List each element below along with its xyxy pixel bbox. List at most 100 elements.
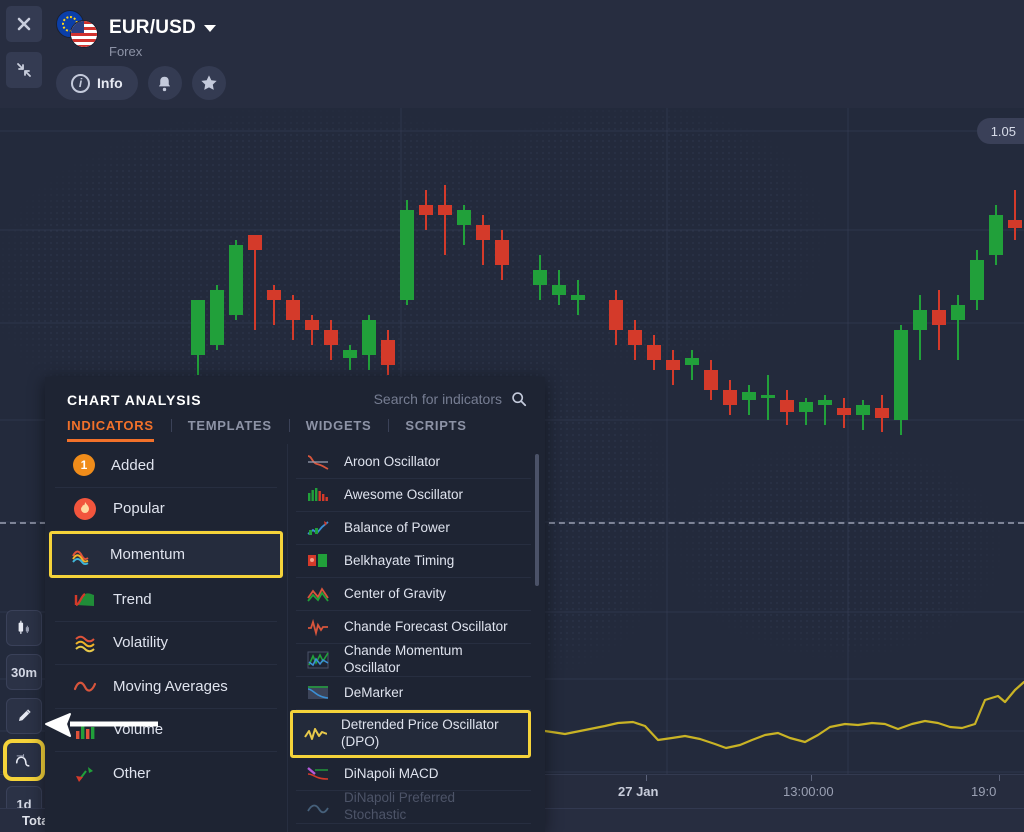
- bell-icon: [159, 76, 171, 91]
- indicator-label: Balance of Power: [344, 519, 450, 535]
- search-input[interactable]: Search for indicators: [374, 391, 527, 407]
- collapse-icon: [17, 63, 31, 77]
- indicator-label: Aroon Oscillator: [344, 453, 441, 469]
- tab-indicators[interactable]: INDICATORS: [67, 418, 171, 442]
- chevron-down-icon: [203, 24, 216, 32]
- category-label: Momentum: [110, 546, 186, 563]
- timeframe-button[interactable]: 30m: [6, 654, 42, 690]
- chart-header: EUR/USD Forex i Info: [0, 0, 1024, 108]
- detrended-price-oscillator-icon: [304, 728, 327, 740]
- time-axis-tick: [646, 775, 647, 781]
- tab-templates[interactable]: TEMPLATES: [188, 418, 289, 442]
- category-item-popular[interactable]: Popular: [55, 488, 277, 531]
- indicator-label: DeMarker: [344, 684, 404, 700]
- aroon-oscillator-icon: [307, 455, 329, 470]
- tab-widgets[interactable]: WIDGETS: [306, 418, 389, 442]
- search-placeholder: Search for indicators: [373, 391, 502, 407]
- indicator-item[interactable]: Aroon Oscillator: [296, 446, 531, 479]
- belkhayate-timing-icon: [308, 554, 327, 567]
- time-axis-label: 19:0: [971, 784, 997, 799]
- category-item-volatility[interactable]: Volatility: [55, 622, 277, 665]
- tab-divider: [288, 419, 290, 432]
- indicator-item[interactable]: Awesome Oscillator: [296, 479, 531, 512]
- indicator-label: Chande Forecast Oscillator: [344, 618, 508, 634]
- star-icon: [201, 75, 217, 90]
- volatility-icon: [75, 635, 95, 652]
- trend-icon: [74, 593, 94, 607]
- timeframe-label: 30m: [10, 664, 38, 680]
- chart-analysis-panel: CHART ANALYSIS Search for indicators IND…: [45, 377, 545, 832]
- indicator-list: Aroon Oscillator Awesome Oscillator Balanc…: [287, 444, 545, 832]
- indicator-item[interactable]: Detrended Price Oscillator (DPO): [290, 710, 531, 758]
- indicator-item[interactable]: Balance of Power: [296, 512, 531, 545]
- candle-type-button[interactable]: [6, 610, 42, 646]
- tab-divider: [388, 419, 390, 432]
- alerts-button[interactable]: [147, 66, 182, 100]
- indicator-label: Chande Momentum Oscillator: [344, 643, 463, 675]
- current-price-label: 1.05: [976, 118, 1024, 144]
- indicator-label: DiNapoli MACD: [344, 765, 439, 781]
- indicator-label: DiNapoli Preferred Stochastic: [344, 790, 456, 822]
- other-icon: [76, 766, 93, 782]
- panel-body: 1 Added Popular Momentum Trend Volatility Movi…: [45, 444, 545, 832]
- us-flag-icon: [70, 20, 98, 48]
- info-label: Info: [97, 75, 123, 91]
- chande-momentum-oscillator-icon: [307, 651, 329, 669]
- panel-tabs: INDICATORS TEMPLATES WIDGETS SCRIPTS: [67, 418, 484, 442]
- indicator-item[interactable]: Center of Gravity: [296, 578, 531, 611]
- asset-info: EUR/USD Forex: [56, 8, 216, 59]
- trading-platform-screen: 1.05 27 Jan 13:00:00 19:0 EUR/USD Forex …: [0, 0, 1024, 832]
- flame-icon: [74, 497, 96, 520]
- panel-title: CHART ANALYSIS: [67, 392, 202, 408]
- category-label: Volatility: [113, 634, 169, 652]
- center-of-gravity-icon: [307, 587, 329, 602]
- dinapoli-macd-icon: [307, 767, 329, 780]
- awesome-oscillator-icon: [308, 488, 328, 501]
- time-axis-label: 27 Jan: [618, 784, 659, 799]
- search-icon[interactable]: [511, 391, 527, 407]
- scrollbar-track[interactable]: [535, 448, 542, 828]
- info-button[interactable]: i Info: [56, 66, 138, 100]
- close-icon: [17, 17, 31, 31]
- chande-forecast-oscillator-icon: [308, 618, 328, 637]
- time-axis-label: 13:00:00: [783, 784, 834, 799]
- category-item-momentum[interactable]: Momentum: [49, 531, 283, 578]
- indicator-item[interactable]: DiNapoli MACD: [296, 758, 531, 791]
- indicator-label: Awesome Oscillator: [344, 486, 464, 502]
- time-axis-tick: [999, 775, 1000, 781]
- category-label: Popular: [113, 500, 165, 518]
- tab-scripts[interactable]: SCRIPTS: [405, 418, 483, 442]
- scrollbar-thumb[interactable]: [535, 454, 539, 586]
- category-item-other[interactable]: Other: [55, 752, 277, 796]
- momentum-icon: [72, 550, 89, 565]
- category-item-moving-averages[interactable]: Moving Averages: [55, 665, 277, 709]
- asset-flags: [56, 8, 100, 48]
- category-label: Added: [111, 456, 155, 474]
- category-item-added[interactable]: 1 Added: [55, 444, 277, 488]
- indicator-label: Center of Gravity: [344, 585, 447, 601]
- collapse-button[interactable]: [6, 52, 42, 88]
- indicators-button[interactable]: [6, 742, 42, 778]
- dinapoli-preferred-stochastic-icon: [307, 804, 329, 814]
- balance-of-power-icon: [307, 521, 329, 535]
- indicator-item[interactable]: DeMarker: [296, 677, 531, 710]
- tab-divider: [170, 419, 172, 432]
- indicator-item[interactable]: DiNapoli Preferred Stochastic: [296, 790, 531, 824]
- moving-averages-icon: [73, 681, 97, 692]
- asset-type-label: Forex: [109, 44, 143, 59]
- indicators-icon: [15, 754, 30, 767]
- asset-selector[interactable]: EUR/USD: [109, 17, 216, 39]
- indicator-label: Belkhayate Timing: [344, 552, 455, 568]
- annotation-arrow: [45, 713, 158, 737]
- favorite-button[interactable]: [191, 66, 226, 100]
- panel-header: CHART ANALYSIS Search for indicators IND…: [45, 377, 545, 444]
- indicator-item[interactable]: Belkhayate Timing: [296, 545, 531, 578]
- indicator-item[interactable]: Chande Momentum Oscillator: [296, 643, 531, 677]
- category-label: Moving Averages: [113, 677, 228, 695]
- close-button[interactable]: [6, 6, 42, 42]
- indicator-item[interactable]: Chande Forecast Oscillator: [296, 611, 531, 644]
- candle-icon: [18, 620, 29, 634]
- added-count-badge: 1: [73, 454, 95, 477]
- category-item-trend[interactable]: Trend: [55, 578, 277, 622]
- category-label: Other: [113, 765, 151, 783]
